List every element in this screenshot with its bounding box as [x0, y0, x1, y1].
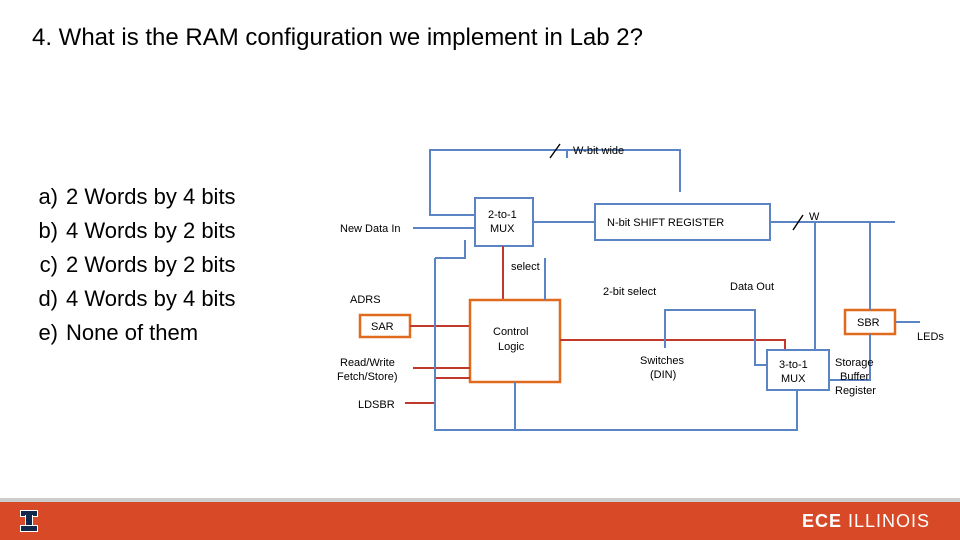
answer-b-text: 4 Words by 2 bits	[66, 214, 236, 248]
answer-d-text: 4 Words by 4 bits	[66, 282, 236, 316]
label-control-l2: Logic	[498, 341, 525, 353]
label-storage-l1: Storage	[835, 357, 874, 369]
label-rw-l2: Fetch/Store)	[337, 371, 398, 383]
answer-c-letter: c)	[28, 248, 66, 282]
answer-c-text: 2 Words by 2 bits	[66, 248, 236, 282]
answer-d: d) 4 Words by 4 bits	[28, 282, 236, 316]
answer-b: b) 4 Words by 2 bits	[28, 214, 236, 248]
question-text: 4. What is the RAM configuration we impl…	[32, 24, 643, 52]
label-leds: LEDs	[917, 331, 944, 343]
label-2bitsel: 2-bit select	[603, 286, 656, 298]
footer-brand-main: ILLINOIS	[848, 511, 930, 531]
answer-e-text: None of them	[66, 316, 198, 350]
answer-list: a) 2 Words by 4 bits b) 4 Words by 2 bit…	[28, 180, 236, 350]
answer-b-letter: b)	[28, 214, 66, 248]
label-switches-l1: Switches	[640, 355, 685, 367]
answer-d-letter: d)	[28, 282, 66, 316]
footer: ECE ILLINOIS	[0, 498, 960, 540]
ram-block-diagram: W-bit wide New Data In 2-to-1 MUX N-bit …	[335, 140, 950, 460]
illinois-logo-icon	[20, 510, 38, 532]
label-mux21-l2: MUX	[490, 223, 515, 235]
label-mux31-l2: MUX	[781, 373, 806, 385]
footer-brand-prefix: ECE	[802, 511, 848, 531]
answer-a-letter: a)	[28, 180, 66, 214]
label-ldsbr: LDSBR	[358, 399, 395, 411]
label-adrs: ADRS	[350, 294, 381, 306]
label-mux31-l1: 3-to-1	[779, 359, 808, 371]
label-switches-l2: (DIN)	[650, 369, 676, 381]
label-storage-l2: Buffer	[840, 371, 869, 383]
label-storage-l3: Register	[835, 385, 876, 397]
label-wbit: W-bit wide	[573, 145, 624, 157]
label-sbr: SBR	[857, 317, 880, 329]
label-newdata: New Data In	[340, 223, 401, 235]
label-w: W	[809, 211, 820, 223]
answer-c: c) 2 Words by 2 bits	[28, 248, 236, 282]
footer-brand: ECE ILLINOIS	[802, 511, 930, 532]
label-control-l1: Control	[493, 326, 528, 338]
footer-bar: ECE ILLINOIS	[0, 502, 960, 540]
label-sar: SAR	[371, 321, 394, 333]
label-shiftreg: N-bit SHIFT REGISTER	[607, 217, 724, 229]
answer-e-letter: e)	[28, 316, 66, 350]
answer-a: a) 2 Words by 4 bits	[28, 180, 236, 214]
label-rw-l1: Read/Write	[340, 357, 395, 369]
box-mux21	[475, 198, 533, 246]
answer-e: e) None of them	[28, 316, 236, 350]
answer-a-text: 2 Words by 4 bits	[66, 180, 236, 214]
label-mux21-l1: 2-to-1	[488, 209, 517, 221]
label-select: select	[511, 261, 540, 273]
label-dataout: Data Out	[730, 281, 774, 293]
